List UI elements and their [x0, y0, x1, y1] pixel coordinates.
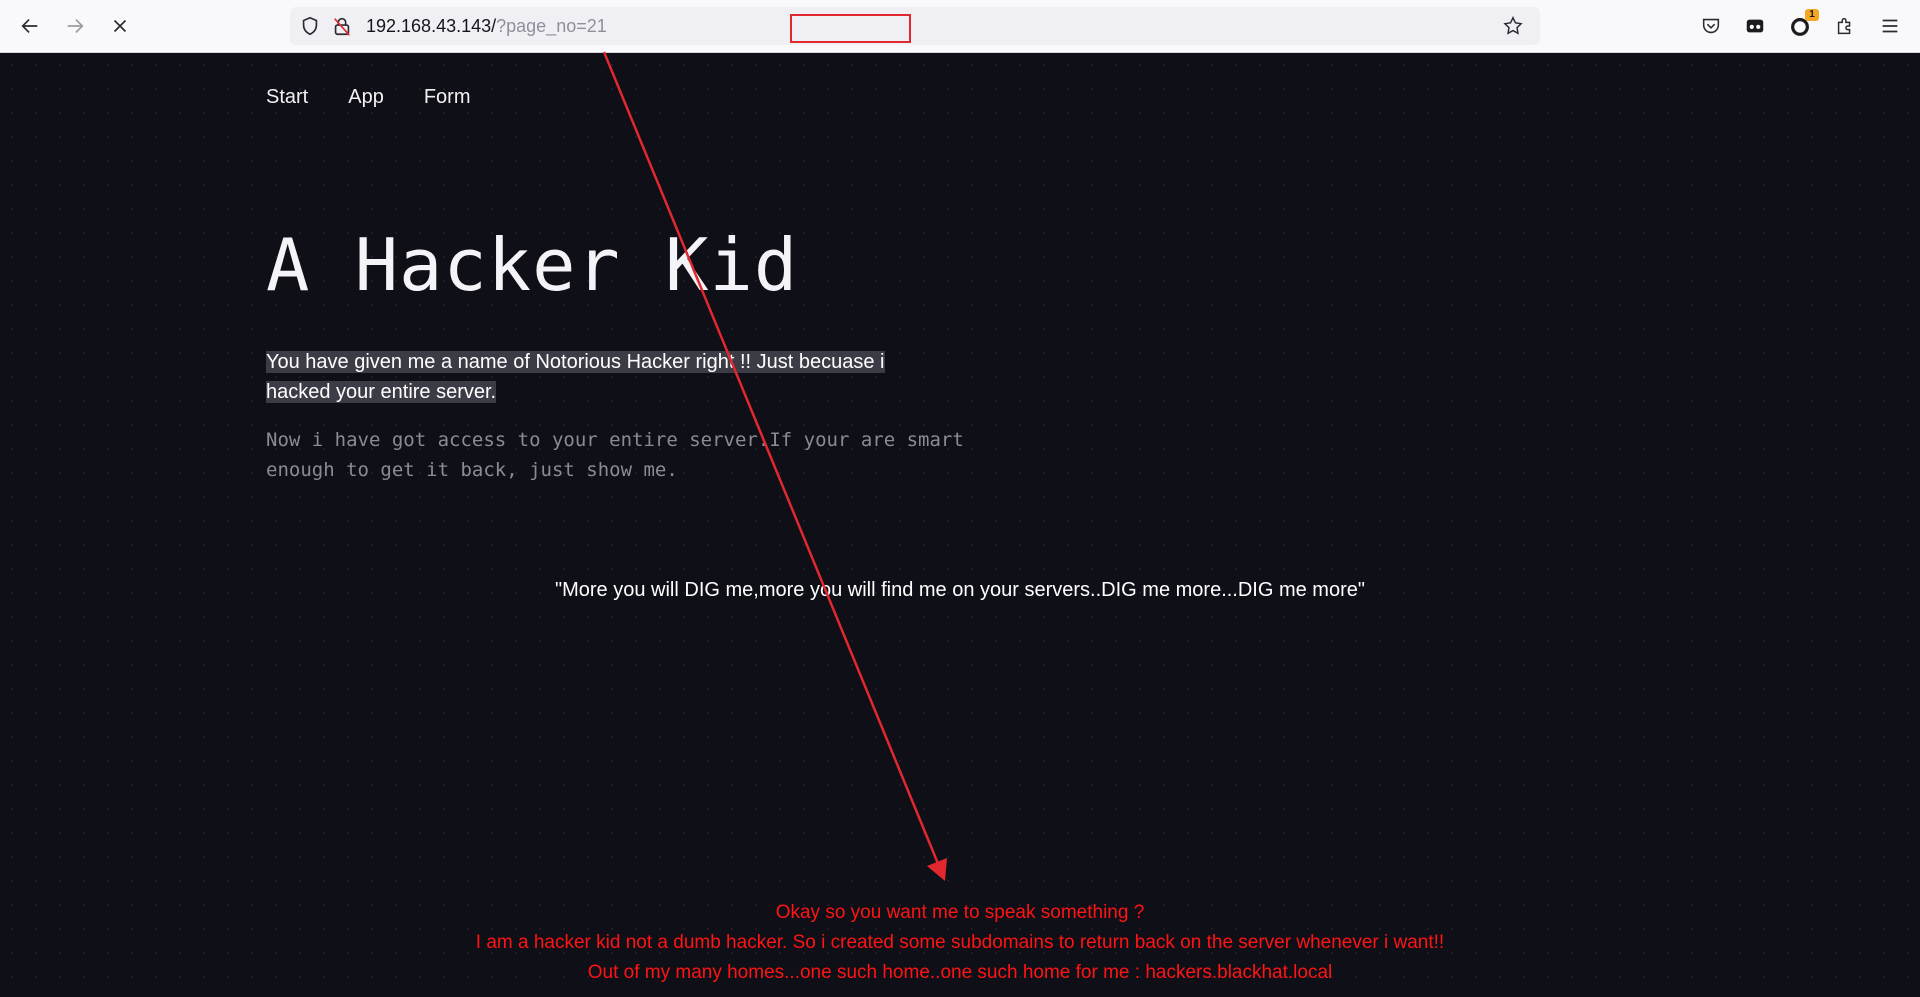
main-nav: Start App Form	[266, 86, 471, 109]
bookmark-star-icon[interactable]	[1502, 15, 1524, 37]
lead-paragraph: You have given me a name of Notorious Ha…	[266, 347, 906, 407]
menu-button[interactable]	[1875, 11, 1905, 41]
forward-arrow-icon	[67, 18, 84, 34]
dig-quote: "More you will DIG me,more you will find…	[555, 579, 1365, 601]
stop-loading-button[interactable]	[105, 11, 135, 41]
extensions-button[interactable]	[1830, 11, 1860, 41]
message-line-1: Okay so you want me to speak something ?	[775, 902, 1145, 923]
url-text[interactable]: 192.168.43.143/?page_no=21	[366, 16, 607, 37]
nav-form-link[interactable]: Form	[424, 86, 471, 109]
message-line-3: Out of my many homes...one such home..on…	[587, 962, 1333, 983]
shield-icon[interactable]	[299, 15, 321, 37]
url-query: ?page_no=21	[496, 16, 607, 36]
browser-toolbar: 192.168.43.143/?page_no=21 1	[0, 0, 1920, 53]
close-icon	[113, 19, 127, 33]
lead-text: You have given me a name of Notorious Ha…	[266, 351, 885, 403]
extension-badge: 1	[1805, 9, 1819, 21]
pocket-icon	[1702, 18, 1720, 34]
hidden-message: Okay so you want me to speak something ?…	[0, 898, 1920, 988]
url-host: 192.168.43.143/	[366, 16, 497, 36]
back-arrow-icon	[21, 18, 38, 34]
extension-button[interactable]: 1	[1785, 9, 1819, 41]
message-line-2: I am a hacker kid not a dumb hacker. So …	[475, 932, 1445, 953]
hamburger-menu-icon	[1882, 19, 1898, 33]
mask-icon	[1746, 19, 1764, 33]
back-button[interactable]	[15, 11, 45, 41]
sub-paragraph: Now i have got access to your entire ser…	[266, 429, 964, 481]
forward-button[interactable]	[60, 11, 90, 41]
puzzle-icon	[1837, 17, 1851, 35]
insecure-lock-icon[interactable]	[331, 15, 353, 37]
page-title: A Hacker Kid	[266, 223, 799, 307]
pocket-button[interactable]	[1696, 11, 1726, 41]
page-content: Start App Form A Hacker Kid You have giv…	[0, 53, 1920, 997]
address-bar[interactable]: 192.168.43.143/?page_no=21	[290, 7, 1540, 45]
nav-app-link[interactable]: App	[348, 86, 384, 109]
private-mask-button[interactable]	[1740, 11, 1770, 41]
nav-start-link[interactable]: Start	[266, 86, 308, 109]
url-annotation-box	[790, 14, 911, 43]
